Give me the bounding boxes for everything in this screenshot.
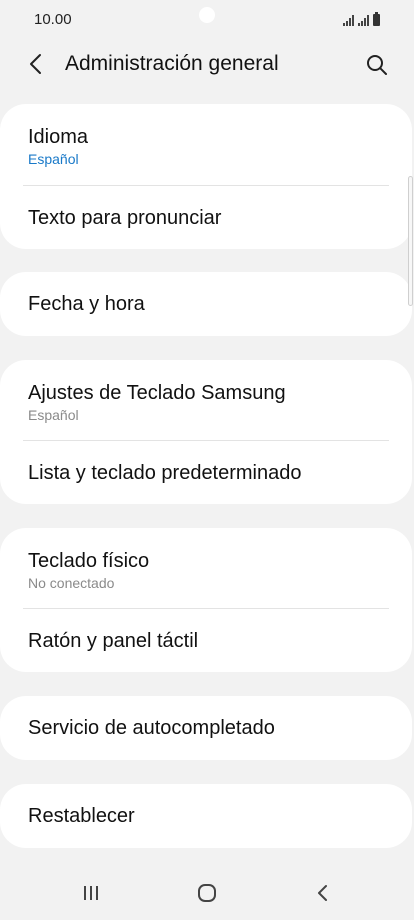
status-icons (343, 12, 380, 26)
navigation-bar (0, 864, 414, 920)
status-bar: 10.00 (0, 0, 414, 40)
nav-back-button[interactable] (305, 878, 341, 908)
back-button[interactable] (20, 48, 52, 80)
item-title: Idioma (28, 126, 89, 148)
settings-card-autofill: Servicio de autocompletado (0, 696, 412, 760)
item-title: Fecha y hora (28, 293, 145, 315)
settings-card-reset: Restablecer (0, 784, 412, 848)
list-item-idioma[interactable]: Idioma Español (0, 104, 412, 185)
settings-card-language: Idioma Español Texto para pronunciar (0, 104, 412, 249)
home-icon (198, 884, 216, 902)
list-item-texto-pronunciar[interactable]: Texto para pronunciar (0, 186, 412, 249)
scrollbar-thumb[interactable] (408, 176, 413, 306)
front-camera (199, 7, 215, 23)
item-title: Restablecer (28, 805, 135, 827)
home-button[interactable] (189, 878, 225, 908)
settings-card-keyboard: Ajustes de Teclado Samsung Español Lista… (0, 360, 412, 504)
page-title: Administración general (65, 52, 279, 75)
item-subtitle: Español (28, 151, 79, 167)
settings-card-date: Fecha y hora (0, 272, 412, 336)
recents-icon (84, 886, 98, 900)
list-item-teclado-fisico[interactable]: Teclado físico No conectado (0, 528, 412, 608)
status-time: 10.00 (34, 11, 72, 28)
settings-card-physical-keyboard: Teclado físico No conectado Ratón y pane… (0, 528, 412, 672)
item-subtitle: No conectado (28, 574, 115, 591)
search-button[interactable] (360, 48, 394, 82)
item-title: Lista y teclado predeterminado (28, 461, 302, 484)
app-bar: Administración general (0, 40, 414, 88)
search-icon (367, 55, 387, 75)
signal-icon-2 (358, 14, 369, 26)
item-title: Texto para pronunciar (28, 206, 222, 229)
chevron-left-icon (30, 54, 41, 74)
list-item-restablecer[interactable]: Restablecer (0, 784, 412, 848)
list-item-autocompletado[interactable]: Servicio de autocompletado (0, 696, 412, 760)
recents-button[interactable] (73, 878, 109, 908)
battery-icon (373, 12, 380, 26)
signal-icon (343, 14, 354, 26)
item-title: Servicio de autocompletado (28, 717, 275, 739)
back-icon (318, 885, 327, 901)
item-title: Teclado físico (28, 549, 150, 572)
list-item-lista-teclado[interactable]: Lista y teclado predeterminado (0, 441, 412, 504)
list-item-raton-panel[interactable]: Ratón y panel táctil (0, 609, 412, 672)
list-item-fecha-hora[interactable]: Fecha y hora (0, 272, 412, 336)
item-title: Ajustes de Teclado Samsung (28, 381, 286, 404)
list-item-teclado-samsung[interactable]: Ajustes de Teclado Samsung Español (0, 360, 412, 440)
item-subtitle: Español (28, 406, 79, 423)
item-title: Ratón y panel táctil (28, 629, 199, 652)
